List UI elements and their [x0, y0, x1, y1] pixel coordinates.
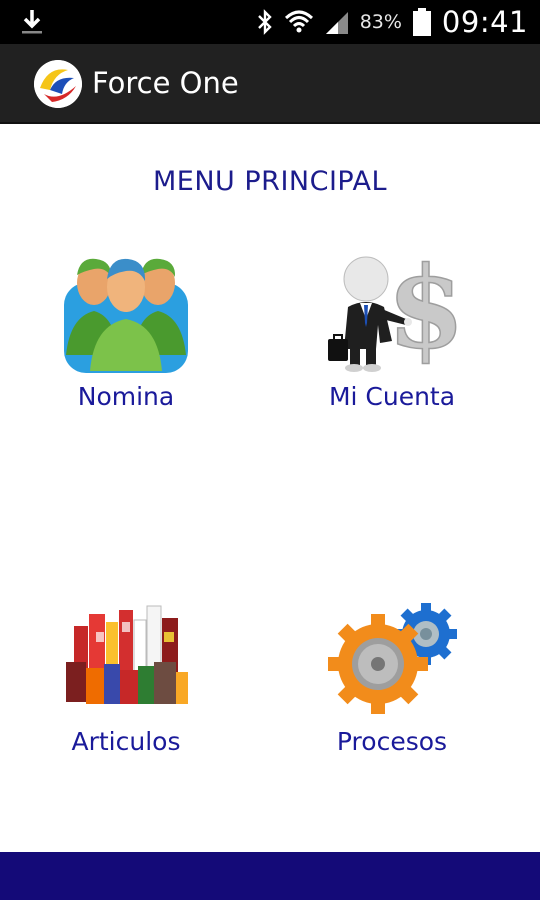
gears-icon	[328, 603, 457, 714]
menu-item-articulos[interactable]: Articulos	[16, 592, 236, 792]
menu-item-label: Procesos	[336, 727, 448, 756]
force-one-logo[interactable]	[34, 60, 82, 108]
status-bar: 83% 09:41	[0, 0, 540, 44]
app-bar: Force One	[0, 44, 540, 124]
download-icon	[22, 10, 42, 34]
menu-item-mi-cuenta[interactable]: $ Mi Cuenta	[282, 245, 502, 445]
menu-item-procesos[interactable]: Procesos	[282, 592, 502, 792]
page-title: MENU PRINCIPAL	[153, 166, 387, 197]
wifi-icon	[284, 10, 313, 33]
svg-text:$: $	[387, 245, 462, 374]
status-icons: 83% 09:41	[256, 0, 528, 44]
products-icon	[66, 605, 188, 704]
people-group-icon	[64, 258, 188, 373]
bottom-bar	[0, 852, 540, 900]
battery-icon	[412, 8, 431, 36]
menu-item-label: Nomina	[77, 382, 175, 411]
menu-item-label: Articulos	[71, 727, 181, 756]
signal-icon	[325, 12, 348, 34]
battery-percentage: 83%	[359, 11, 402, 33]
menu-item-nomina[interactable]: Nomina	[16, 245, 236, 445]
businessman-dollar-icon: $	[328, 245, 462, 375]
clock: 09:41	[441, 5, 528, 39]
bluetooth-icon	[257, 9, 272, 35]
app-title: Force One	[92, 66, 239, 100]
menu-item-label: Mi Cuenta	[328, 382, 456, 411]
